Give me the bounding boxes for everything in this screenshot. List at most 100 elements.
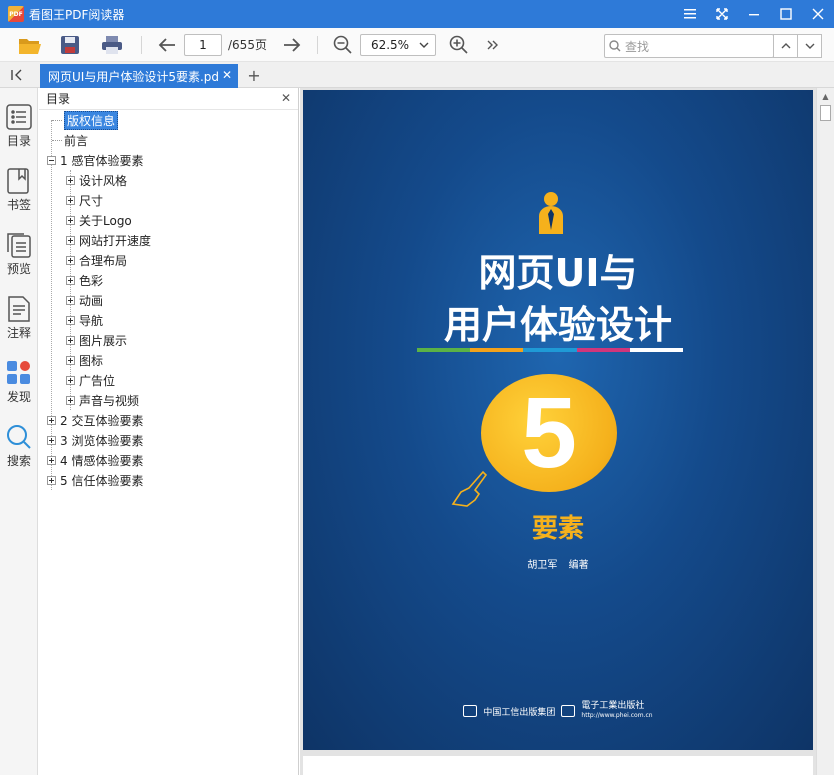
collapse-minus-icon[interactable] bbox=[47, 155, 56, 165]
tab-label: 网页UI与用户体验设计5要素.pdf bbox=[48, 69, 218, 84]
vertical-scrollbar[interactable]: ▲ bbox=[816, 88, 834, 775]
zoom-in-button[interactable] bbox=[442, 31, 476, 59]
tree-connector bbox=[52, 139, 62, 141]
tab-document[interactable]: 网页UI与用户体验设计5要素.pdf ✕ bbox=[40, 64, 238, 88]
new-tab-button[interactable]: + bbox=[246, 65, 262, 85]
prev-page-button[interactable] bbox=[150, 31, 184, 59]
search-input[interactable]: 查找 bbox=[604, 34, 774, 58]
expand-plus-icon[interactable] bbox=[66, 295, 75, 305]
toc-item[interactable]: 关于Logo bbox=[66, 210, 132, 230]
toc-item[interactable]: 网站打开速度 bbox=[66, 230, 151, 250]
toc-item-label: 动画 bbox=[79, 293, 104, 308]
expand-plus-icon[interactable] bbox=[66, 175, 75, 185]
menu-button[interactable] bbox=[674, 0, 706, 28]
publisher2: 電子工業出版社 bbox=[581, 701, 645, 711]
publisher-url: http://www.phei.com.cn bbox=[581, 712, 653, 719]
zoom-in-icon bbox=[449, 35, 468, 54]
open-file-button[interactable] bbox=[13, 31, 47, 59]
title-bar: PDF 看图王PDF阅读器 bbox=[0, 0, 834, 28]
rail-label: 目录 bbox=[6, 134, 31, 148]
toc-item[interactable]: 3 浏览体验要素 bbox=[47, 430, 143, 450]
pointing-hand-icon bbox=[451, 470, 488, 507]
rail-bookmark[interactable]: 书签 bbox=[0, 168, 38, 228]
scroll-thumb[interactable] bbox=[820, 105, 831, 121]
toc-list-icon bbox=[6, 104, 32, 130]
toc-item[interactable]: 2 交互体验要素 bbox=[47, 410, 143, 430]
expand-plus-icon[interactable] bbox=[66, 195, 75, 205]
tab-bar: 网页UI与用户体验设计5要素.pdf ✕ + bbox=[0, 62, 834, 88]
document-view[interactable]: 网页UI与 用户体验设计 5 要素 胡卫军 编著 中国工信出版集团 電子工業出版… bbox=[300, 88, 816, 775]
tab-close-button[interactable]: ✕ bbox=[222, 68, 232, 82]
search-icon bbox=[609, 40, 621, 52]
collapse-sidebar-button[interactable] bbox=[6, 66, 30, 84]
search-prev-button[interactable] bbox=[773, 34, 798, 58]
zoom-out-button[interactable] bbox=[326, 31, 360, 59]
rail-preview[interactable]: 预览 bbox=[0, 232, 38, 292]
toc-item-label: 1 感官体验要素 bbox=[60, 153, 144, 168]
rail-toc[interactable]: 目录 bbox=[0, 104, 38, 164]
app-logo-icon: PDF bbox=[8, 6, 24, 22]
toc-item[interactable]: 版权信息 bbox=[47, 110, 119, 130]
fullscreen-button[interactable] bbox=[706, 0, 738, 28]
chevron-down-icon bbox=[419, 42, 429, 48]
scroll-up-icon[interactable]: ▲ bbox=[820, 91, 831, 101]
bookmark-icon bbox=[7, 168, 29, 194]
expand-plus-icon[interactable] bbox=[66, 275, 75, 285]
toc-item[interactable]: 1 感官体验要素 bbox=[47, 150, 143, 170]
toc-item[interactable]: 合理布局 bbox=[66, 250, 127, 270]
toc-item[interactable]: 广告位 bbox=[66, 370, 115, 390]
toc-item-label: 网站打开速度 bbox=[79, 233, 152, 248]
page-total: /655页 bbox=[228, 38, 267, 52]
pdf-page-next bbox=[303, 756, 813, 775]
next-page-button[interactable] bbox=[275, 31, 309, 59]
rail-label: 书签 bbox=[6, 198, 31, 212]
toc-item[interactable]: 图标 bbox=[66, 350, 103, 370]
expand-plus-icon[interactable] bbox=[66, 335, 75, 345]
toc-title: 目录 bbox=[46, 92, 71, 106]
toc-item-label: 声音与视频 bbox=[79, 393, 140, 408]
expand-plus-icon[interactable] bbox=[66, 355, 75, 365]
toc-item[interactable]: 声音与视频 bbox=[66, 390, 139, 410]
toc-item[interactable]: 4 情感体验要素 bbox=[47, 450, 143, 470]
toc-item[interactable]: 动画 bbox=[66, 290, 103, 310]
rail-annotation[interactable]: 注释 bbox=[0, 296, 38, 356]
expand-plus-icon[interactable] bbox=[47, 475, 56, 485]
print-button[interactable] bbox=[95, 31, 129, 59]
toc-item[interactable]: 色彩 bbox=[66, 270, 103, 290]
rail-search[interactable]: 搜索 bbox=[0, 424, 38, 484]
expand-plus-icon[interactable] bbox=[66, 255, 75, 265]
rail-label: 发现 bbox=[6, 390, 31, 404]
expand-plus-icon[interactable] bbox=[66, 395, 75, 405]
zoom-select[interactable]: 62.5% bbox=[359, 33, 436, 56]
close-window-button[interactable] bbox=[802, 0, 834, 28]
toc-item[interactable]: 前言 bbox=[47, 130, 88, 150]
minimize-button[interactable] bbox=[738, 0, 770, 28]
rail-discover[interactable]: 发现 bbox=[0, 360, 38, 420]
toc-item-label: 导航 bbox=[79, 313, 104, 328]
search-next-button[interactable] bbox=[797, 34, 822, 58]
app-title: 看图王PDF阅读器 bbox=[29, 7, 125, 22]
expand-plus-icon[interactable] bbox=[47, 455, 56, 465]
save-button[interactable] bbox=[53, 31, 87, 59]
more-tools-button[interactable] bbox=[476, 31, 510, 59]
expand-plus-icon[interactable] bbox=[66, 215, 75, 225]
search-icon bbox=[7, 425, 31, 449]
maximize-button[interactable] bbox=[770, 0, 802, 28]
expand-plus-icon[interactable] bbox=[66, 375, 75, 385]
toc-item[interactable]: 尺寸 bbox=[66, 190, 103, 210]
toc-item-label: 版权信息 bbox=[64, 110, 119, 130]
discover-apps-icon bbox=[7, 361, 30, 384]
annotation-icon bbox=[8, 296, 30, 322]
cover-title-line1: 网页UI与 bbox=[478, 251, 638, 295]
page-number-input[interactable]: 1 bbox=[184, 33, 222, 56]
toc-item[interactable]: 导航 bbox=[66, 310, 103, 330]
toc-item[interactable]: 5 信任体验要素 bbox=[47, 470, 143, 490]
expand-plus-icon[interactable] bbox=[66, 235, 75, 245]
chevron-down-icon bbox=[805, 43, 814, 49]
toc-item[interactable]: 设计风格 bbox=[66, 170, 127, 190]
expand-plus-icon[interactable] bbox=[47, 435, 56, 445]
toc-close-button[interactable]: ✕ bbox=[281, 91, 291, 105]
toc-item[interactable]: 图片展示 bbox=[66, 330, 127, 350]
expand-plus-icon[interactable] bbox=[66, 315, 75, 325]
expand-plus-icon[interactable] bbox=[47, 415, 56, 425]
